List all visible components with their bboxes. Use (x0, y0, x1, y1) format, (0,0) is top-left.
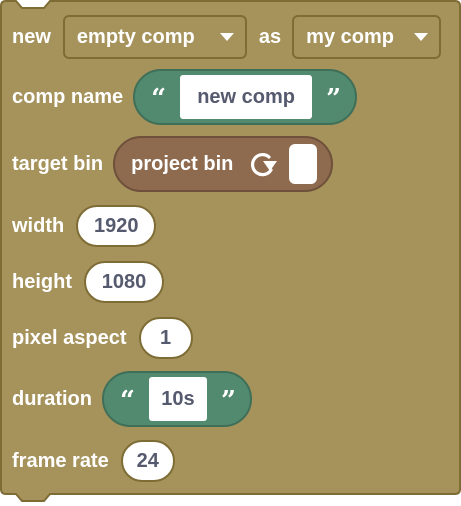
pixel-aspect-row: pixel aspect 1 (12, 316, 193, 360)
height-label: height (12, 270, 72, 293)
height-row: height 1080 (12, 260, 164, 304)
frame-rate-row: frame rate 24 (12, 439, 175, 483)
width-input[interactable]: 1920 (76, 205, 157, 247)
comp-name-input[interactable]: new comp (180, 75, 313, 119)
refresh-icon[interactable] (247, 148, 279, 180)
duration-input[interactable]: 10s (148, 377, 207, 421)
new-label: new (12, 25, 51, 48)
as-label: as (258, 25, 282, 48)
close-quote-icon: ” (326, 84, 342, 114)
frame-rate-input[interactable]: 24 (120, 440, 175, 482)
duration-string-block[interactable]: “ 10s ” (102, 371, 252, 427)
width-row: width 1920 (12, 204, 157, 248)
project-bin-label: project bin (131, 152, 234, 175)
bin-input-slot[interactable] (289, 144, 318, 184)
duration-row: duration “ 10s ” (12, 371, 252, 427)
target-bin-label: target bin (12, 152, 104, 175)
variable-value: my comp (306, 25, 394, 48)
project-bin-block[interactable]: project bin (113, 136, 334, 192)
open-quote-icon: “ (151, 84, 167, 114)
width-label: width (12, 214, 65, 237)
comp-name-row: comp name “ new comp ” (12, 69, 358, 125)
header-row: new empty comp as my comp (12, 15, 442, 59)
comp-type-dropdown[interactable]: empty comp (62, 15, 247, 59)
close-quote-icon: ” (220, 386, 236, 416)
height-input[interactable]: 1080 (84, 261, 164, 303)
pixel-aspect-label: pixel aspect (12, 326, 127, 349)
target-bin-row: target bin project bin (12, 136, 334, 192)
chevron-down-icon (219, 33, 234, 41)
frame-rate-label: frame rate (12, 449, 109, 472)
comp-name-label: comp name (12, 85, 124, 108)
open-quote-icon: “ (120, 386, 135, 416)
chevron-down-icon (414, 33, 429, 41)
variable-dropdown[interactable]: my comp (292, 15, 442, 59)
pixel-aspect-input[interactable]: 1 (138, 317, 193, 359)
duration-label: duration (12, 387, 92, 410)
comp-type-value: empty comp (76, 25, 195, 48)
block-canvas: new empty comp as my comp comp name “ ne… (0, 0, 461, 506)
comp-name-string-block[interactable]: “ new comp ” (133, 69, 358, 125)
